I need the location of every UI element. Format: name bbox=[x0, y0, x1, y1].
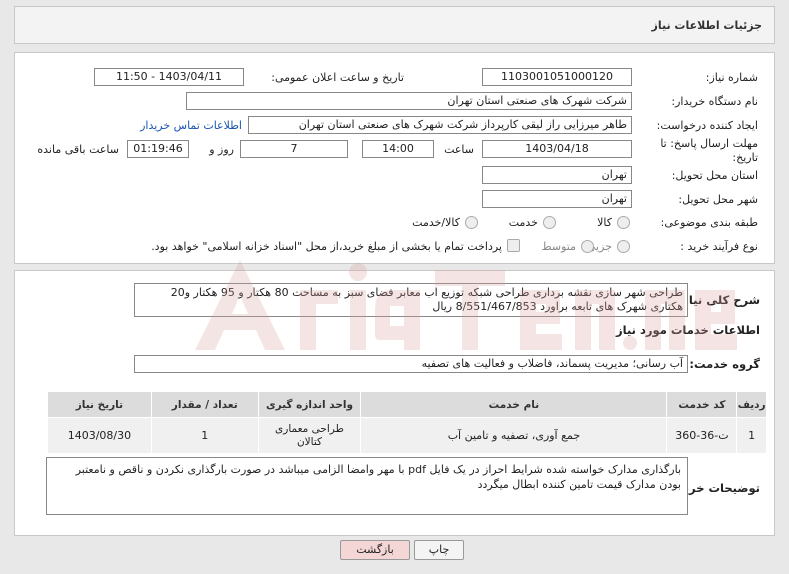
city-field: تهران bbox=[482, 190, 632, 208]
header-bar: جزئیات اطلاعات نیاز bbox=[14, 6, 775, 44]
treasury-payment-checkbox[interactable] bbox=[507, 239, 520, 252]
back-button[interactable]: بازگشت bbox=[340, 540, 410, 560]
buyer-contact-link[interactable]: اطلاعات تماس خریدار bbox=[140, 119, 242, 132]
cell-unit: طراحی معماری کتالان bbox=[257, 417, 362, 454]
buyer-label: نام دستگاه خریدار: bbox=[671, 95, 758, 108]
creator-field: طاهر میرزایی راز لیقی کارپرداز شرکت شهرک… bbox=[248, 116, 632, 134]
col-header-quantity: تعداد / مقدار bbox=[150, 391, 259, 418]
cell-row-number: 1 bbox=[736, 417, 767, 454]
cell-service-code: ت-36-360 bbox=[666, 417, 738, 454]
deadline-time-field: 14:00 bbox=[362, 140, 434, 158]
need-info-panel: شماره نیاز: 1103001051000120 تاریخ و ساع… bbox=[14, 52, 775, 264]
table-header-row: ردیف کد خدمت نام خدمت واحد اندازه گیری ت… bbox=[47, 391, 767, 418]
province-field: تهران bbox=[482, 166, 632, 184]
cell-need-date: 1403/08/30 bbox=[47, 417, 152, 454]
category-option-goods: کالا bbox=[597, 216, 612, 229]
process-radio-minor[interactable] bbox=[617, 240, 630, 253]
need-description-panel: شرح کلی نیاز: طراحی شهر سازی نقشه برداری… bbox=[14, 270, 775, 536]
category-label: طبقه بندی موضوعی: bbox=[660, 216, 758, 229]
process-radio-medium[interactable] bbox=[581, 240, 594, 253]
remaining-time-field: 01:19:46 bbox=[127, 140, 189, 158]
services-table: ردیف کد خدمت نام خدمت واحد اندازه گیری ت… bbox=[47, 391, 767, 454]
city-label: شهر محل تحویل: bbox=[678, 193, 758, 206]
cell-quantity: 1 bbox=[150, 417, 259, 454]
service-group-label: گروه خدمت: bbox=[689, 357, 760, 371]
remaining-label: ساعت باقی مانده bbox=[37, 143, 119, 156]
category-radio-goods[interactable] bbox=[617, 216, 630, 229]
creator-label: ایجاد کننده درخواست: bbox=[656, 119, 758, 132]
col-header-row-number: ردیف bbox=[736, 391, 767, 418]
cell-unit-text: طراحی معماری کتالان bbox=[275, 422, 344, 448]
print-button[interactable]: چاپ bbox=[414, 540, 464, 560]
days-label: روز و bbox=[209, 143, 234, 156]
deadline-time-label: ساعت bbox=[444, 143, 474, 156]
deadline-date-field: 1403/04/18 bbox=[482, 140, 632, 158]
category-radio-service[interactable] bbox=[543, 216, 556, 229]
deadline-label: مهلت ارسال پاسخ: تا تاریخ: bbox=[660, 137, 758, 164]
page-title: جزئیات اطلاعات نیاز bbox=[651, 19, 763, 32]
process-label: نوع فرآیند خرید : bbox=[680, 240, 758, 253]
buyer-notes-textbox: بارگذاری مدارک خواسته شده شرایط احراز در… bbox=[46, 457, 688, 515]
announce-label: تاریخ و ساعت اعلان عمومی: bbox=[271, 71, 404, 84]
summary-textbox: طراحی شهر سازی نقشه برداری طراحی شبکه تو… bbox=[134, 283, 688, 317]
need-number-field: 1103001051000120 bbox=[482, 68, 632, 86]
remaining-days-field: 7 bbox=[240, 140, 348, 158]
process-option-medium: متوسط bbox=[541, 240, 576, 253]
announce-field: 1403/04/11 - 11:50 bbox=[94, 68, 244, 86]
cell-service-name: جمع آوری، تصفیه و تامین آب bbox=[360, 417, 668, 454]
buyer-field: شرکت شهرک های صنعتی استان تهران bbox=[186, 92, 632, 110]
category-radio-both[interactable] bbox=[465, 216, 478, 229]
category-option-service: خدمت bbox=[508, 216, 538, 229]
need-number-label: شماره نیاز: bbox=[705, 71, 758, 84]
treasury-payment-note: پرداخت تمام یا بخشی از مبلغ خرید،از محل … bbox=[151, 240, 502, 253]
col-header-need-date: تاریخ نیاز bbox=[47, 391, 152, 418]
service-group-field: آب رسانی؛ مدیریت پسماند، فاضلاب و فعالیت… bbox=[134, 355, 688, 373]
col-header-service-name: نام خدمت bbox=[360, 391, 668, 418]
table-row: 1 ت-36-360 جمع آوری، تصفیه و تامین آب طر… bbox=[47, 417, 767, 454]
col-header-service-code: کد خدمت bbox=[666, 391, 738, 418]
summary-label: شرح کلی نیاز: bbox=[677, 293, 760, 307]
category-option-both: کالا/خدمت bbox=[412, 216, 460, 229]
col-header-unit: واحد اندازه گیری bbox=[257, 391, 362, 418]
province-label: استان محل تحویل: bbox=[671, 169, 758, 182]
services-section-title: اطلاعات خدمات مورد نیاز bbox=[616, 323, 760, 337]
